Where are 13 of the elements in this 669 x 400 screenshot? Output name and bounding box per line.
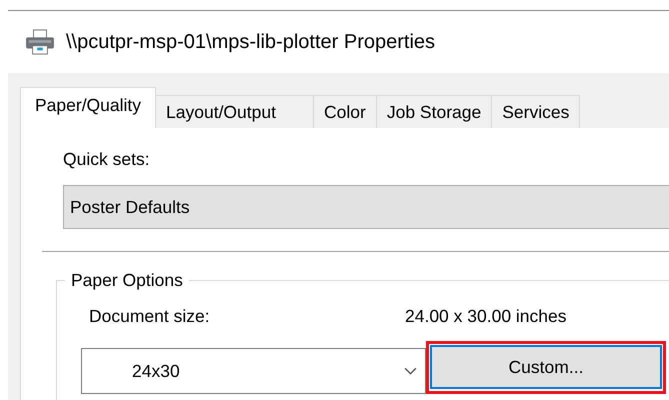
tab[interactable]: Paper/Quality bbox=[20, 87, 156, 128]
group-title: Paper Options bbox=[65, 270, 189, 291]
size-dropdown[interactable]: 24x30 bbox=[81, 348, 426, 394]
field-label: Quick sets: bbox=[63, 148, 151, 171]
printer-icon bbox=[25, 29, 55, 55]
field-label: Document size: bbox=[89, 306, 211, 326]
custom-button[interactable]: Custom... bbox=[430, 345, 662, 389]
window-title: \\pcutpr-msp-01\mps-lib-plotter Properties bbox=[66, 30, 436, 54]
size-value: 24.00 x 30.00 inches bbox=[405, 306, 567, 326]
tab[interactable]: Services bbox=[491, 95, 580, 128]
quick-sets-field[interactable]: Poster Defaults bbox=[63, 185, 669, 229]
dropdown-value: 24x30 bbox=[132, 360, 181, 382]
chevron-down-icon bbox=[404, 366, 417, 376]
